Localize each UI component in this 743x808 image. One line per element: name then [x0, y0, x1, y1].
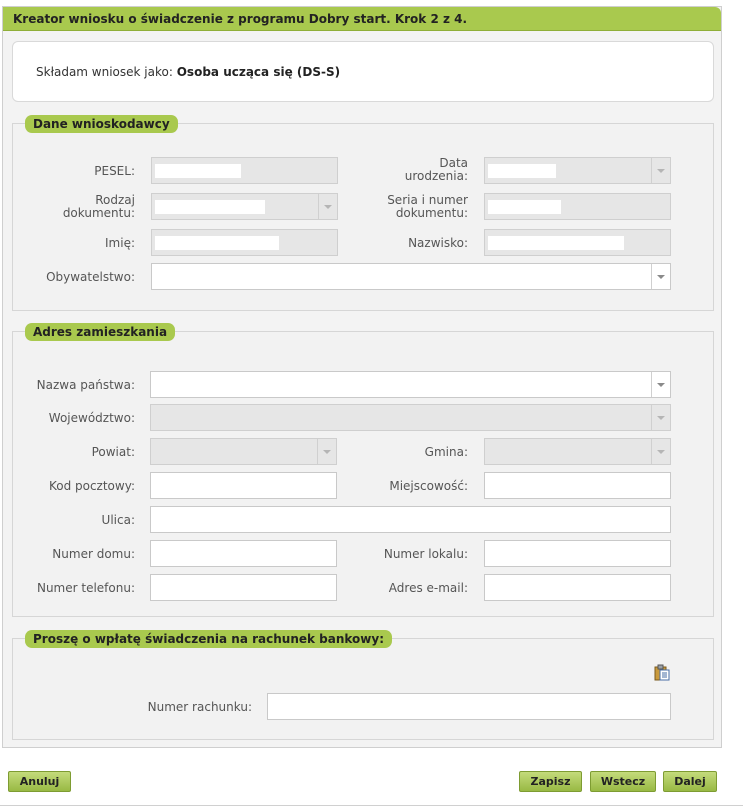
section-title: Adres zamieszkania [25, 323, 176, 341]
commune-label: Gmina: [424, 445, 468, 459]
chevron-down-icon[interactable] [651, 405, 670, 430]
county-label: Powiat: [91, 445, 135, 459]
postal-code-label: Kod pocztowy: [48, 479, 135, 493]
next-button[interactable]: Dalej [663, 771, 717, 792]
street-label: Ulica: [101, 513, 135, 527]
wizard-title: Kreator wniosku o świadczenie z programu… [3, 7, 721, 31]
apartment-number-input[interactable] [484, 540, 671, 567]
city-label: Miejscowość: [389, 479, 468, 493]
section-title: Proszę o wpłatę świadczenia na rachunek … [25, 630, 393, 648]
first-name-label: Imię: [105, 236, 135, 250]
apartment-number-label: Numer lokalu: [383, 547, 468, 561]
account-number-input[interactable] [267, 693, 671, 720]
cancel-button[interactable]: Anuluj [8, 771, 71, 792]
section-address: Adres zamieszkania Nazwa państwa: Wojewó… [12, 323, 714, 617]
phone-label: Numer telefonu: [36, 581, 135, 595]
wizard-panel: Kreator wniosku o świadczenie z programu… [2, 6, 722, 748]
chevron-down-icon[interactable] [651, 264, 670, 289]
doc-number-label-line2: dokumentu: [395, 206, 468, 220]
chevron-down-icon[interactable] [651, 372, 670, 397]
last-name-redacted [488, 236, 624, 250]
doc-type-field[interactable] [151, 193, 338, 220]
phone-input[interactable] [150, 574, 337, 601]
first-name-redacted [155, 236, 279, 250]
citizenship-select[interactable] [151, 263, 671, 290]
country-select[interactable] [150, 371, 671, 398]
last-name-field[interactable] [484, 229, 671, 256]
back-button[interactable]: Wstecz [590, 771, 656, 792]
pesel-label: PESEL: [94, 164, 135, 178]
voivodeship-select[interactable] [150, 404, 671, 431]
first-name-field[interactable] [151, 229, 338, 256]
doc-type-label-line2: dokumentu: [62, 206, 135, 220]
street-input[interactable] [150, 506, 671, 533]
section-bank-account: Proszę o wpłatę świadczenia na rachunek … [12, 630, 714, 740]
applicant-type-label: Składam wniosek jako: [36, 65, 173, 79]
voivodeship-label: Województwo: [48, 411, 135, 425]
doc-number-redacted [488, 200, 561, 214]
applicant-type-value: Osoba ucząca się (DS-S) [176, 65, 341, 79]
save-button[interactable]: Zapisz [519, 771, 582, 792]
account-number-label: Numer rachunku: [147, 700, 252, 714]
doc-number-field[interactable] [484, 193, 671, 220]
county-select[interactable] [150, 438, 337, 465]
house-number-label: Numer domu: [52, 547, 135, 561]
chevron-down-icon[interactable] [318, 194, 337, 219]
clipboard-paste-icon[interactable] [654, 664, 670, 681]
birth-date-redacted [488, 164, 556, 178]
commune-select[interactable] [484, 438, 671, 465]
footer-divider [0, 805, 743, 806]
email-input[interactable] [484, 574, 671, 601]
applicant-type-box: Składam wniosek jako: Osoba ucząca się (… [12, 41, 714, 102]
citizenship-label: Obywatelstwo: [46, 270, 135, 284]
section-applicant-data: Dane wnioskodawcy PESEL: Data urodzenia:… [12, 115, 714, 311]
postal-code-input[interactable] [150, 472, 337, 499]
birth-date-label-line2: urodzenia: [404, 169, 468, 183]
doc-type-redacted [155, 200, 265, 214]
last-name-label: Nazwisko: [408, 236, 468, 250]
section-title: Dane wnioskodawcy [25, 115, 178, 133]
birth-date-field[interactable] [484, 157, 671, 184]
house-number-input[interactable] [150, 540, 337, 567]
city-input[interactable] [484, 472, 671, 499]
chevron-down-icon[interactable] [651, 158, 670, 183]
pesel-field[interactable] [151, 157, 338, 184]
chevron-down-icon[interactable] [651, 439, 670, 464]
pesel-redacted [155, 164, 241, 178]
country-label: Nazwa państwa: [36, 378, 135, 392]
chevron-down-icon[interactable] [317, 439, 336, 464]
email-label: Adres e-mail: [388, 581, 468, 595]
